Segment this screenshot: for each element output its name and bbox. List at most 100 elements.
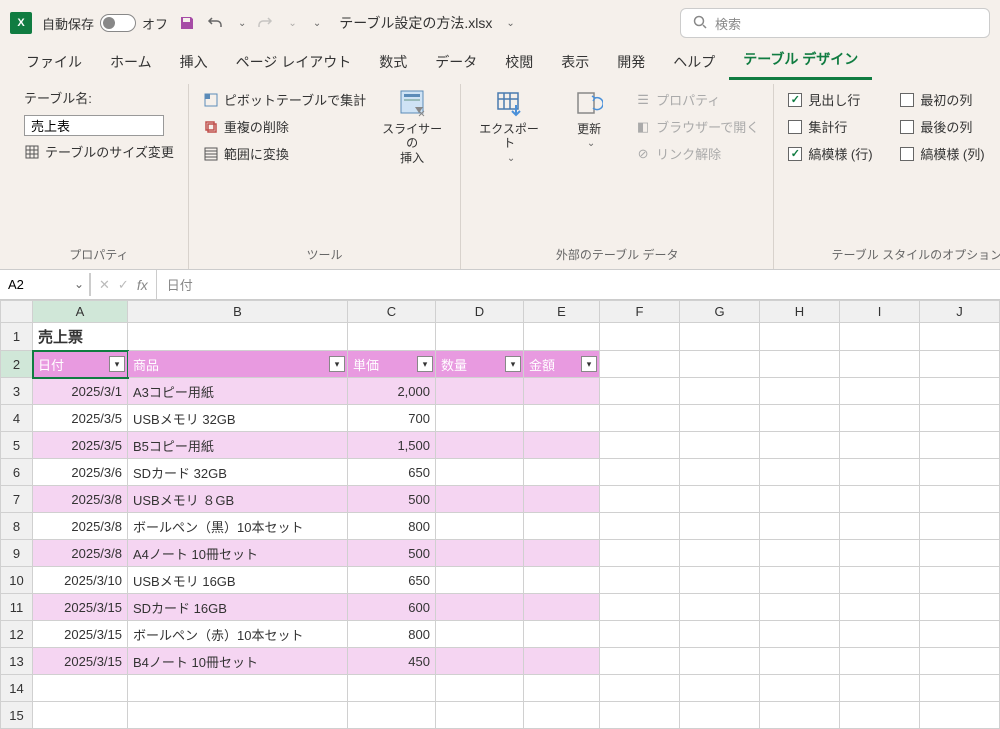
cell-F11[interactable] [600, 594, 680, 621]
cell-A7[interactable]: 2025/3/8 [33, 486, 128, 513]
tab-help[interactable]: ヘルプ [659, 46, 729, 80]
cell-D14[interactable] [436, 675, 524, 702]
cell-E4[interactable] [524, 405, 600, 432]
cell-E11[interactable] [524, 594, 600, 621]
cell-B8[interactable]: ボールペン（黒）10本セット [128, 513, 348, 540]
cell-E2[interactable]: 金額▾ [524, 351, 600, 378]
filter-dropdown-icon[interactable]: ▾ [505, 356, 521, 372]
column-header-F[interactable]: F [600, 301, 680, 323]
tab-formulas[interactable]: 数式 [365, 46, 421, 80]
filter-dropdown-icon[interactable]: ▾ [581, 356, 597, 372]
first-col-checkbox[interactable]: 最初の列 [900, 88, 1000, 111]
cell-B9[interactable]: A4ノート 10冊セット [128, 540, 348, 567]
cell-J3[interactable] [920, 378, 1000, 405]
cell-A11[interactable]: 2025/3/15 [33, 594, 128, 621]
banded-rows-checkbox[interactable]: 縞模様 (行) [788, 142, 888, 165]
cell-I10[interactable] [840, 567, 920, 594]
cell-B1[interactable] [128, 323, 348, 351]
cell-H10[interactable] [760, 567, 840, 594]
cell-F5[interactable] [600, 432, 680, 459]
cell-E6[interactable] [524, 459, 600, 486]
convert-to-range-button[interactable]: 範囲に変換 [203, 142, 366, 165]
spreadsheet-grid[interactable]: ABCDEFGHIJ1売上票2日付▾商品▾単価▾数量▾金額▾32025/3/1A… [0, 300, 1000, 729]
row-header-9[interactable]: 9 [1, 540, 33, 567]
cell-J11[interactable] [920, 594, 1000, 621]
cell-D8[interactable] [436, 513, 524, 540]
cell-A13[interactable]: 2025/3/15 [33, 648, 128, 675]
cell-G15[interactable] [680, 702, 760, 729]
cell-G6[interactable] [680, 459, 760, 486]
cell-D7[interactable] [436, 486, 524, 513]
cell-G1[interactable] [680, 323, 760, 351]
cell-C3[interactable]: 2,000 [348, 378, 436, 405]
row-header-8[interactable]: 8 [1, 513, 33, 540]
cell-H2[interactable] [760, 351, 840, 378]
cell-G11[interactable] [680, 594, 760, 621]
tab-data[interactable]: データ [421, 46, 491, 80]
row-header-5[interactable]: 5 [1, 432, 33, 459]
cell-J6[interactable] [920, 459, 1000, 486]
cell-F6[interactable] [600, 459, 680, 486]
cell-J15[interactable] [920, 702, 1000, 729]
column-header-A[interactable]: A [33, 301, 128, 323]
cell-A9[interactable]: 2025/3/8 [33, 540, 128, 567]
cell-J2[interactable] [920, 351, 1000, 378]
cell-F3[interactable] [600, 378, 680, 405]
cell-F15[interactable] [600, 702, 680, 729]
cell-A4[interactable]: 2025/3/5 [33, 405, 128, 432]
cell-J13[interactable] [920, 648, 1000, 675]
cell-H11[interactable] [760, 594, 840, 621]
cell-I9[interactable] [840, 540, 920, 567]
cell-G13[interactable] [680, 648, 760, 675]
cell-J5[interactable] [920, 432, 1000, 459]
cell-D13[interactable] [436, 648, 524, 675]
cell-D9[interactable] [436, 540, 524, 567]
select-all-corner[interactable] [1, 301, 33, 323]
cell-B13[interactable]: B4ノート 10冊セット [128, 648, 348, 675]
cell-E14[interactable] [524, 675, 600, 702]
cell-H9[interactable] [760, 540, 840, 567]
row-header-6[interactable]: 6 [1, 459, 33, 486]
cell-G2[interactable] [680, 351, 760, 378]
cell-I1[interactable] [840, 323, 920, 351]
cell-D4[interactable] [436, 405, 524, 432]
tab-insert[interactable]: 挿入 [166, 46, 222, 80]
cell-G4[interactable] [680, 405, 760, 432]
column-header-C[interactable]: C [348, 301, 436, 323]
cell-J10[interactable] [920, 567, 1000, 594]
cell-A10[interactable]: 2025/3/10 [33, 567, 128, 594]
resize-table-button[interactable]: テーブルのサイズ変更 [24, 140, 174, 163]
cell-C12[interactable]: 800 [348, 621, 436, 648]
cell-E7[interactable] [524, 486, 600, 513]
column-header-B[interactable]: B [128, 301, 348, 323]
filename-label[interactable]: テーブル設定の方法.xlsx [339, 13, 492, 33]
cell-I15[interactable] [840, 702, 920, 729]
cell-I4[interactable] [840, 405, 920, 432]
cell-E13[interactable] [524, 648, 600, 675]
row-header-10[interactable]: 10 [1, 567, 33, 594]
tab-table-design[interactable]: テーブル デザイン [729, 43, 872, 80]
cell-B5[interactable]: B5コピー用紙 [128, 432, 348, 459]
cell-F2[interactable] [600, 351, 680, 378]
cell-H4[interactable] [760, 405, 840, 432]
cell-A3[interactable]: 2025/3/1 [33, 378, 128, 405]
filter-dropdown-icon[interactable]: ▾ [417, 356, 433, 372]
cell-E10[interactable] [524, 567, 600, 594]
cell-D15[interactable] [436, 702, 524, 729]
cell-I6[interactable] [840, 459, 920, 486]
cell-H6[interactable] [760, 459, 840, 486]
fx-icon[interactable]: fx [137, 277, 148, 293]
row-header-11[interactable]: 11 [1, 594, 33, 621]
name-box-wrap[interactable] [0, 273, 91, 296]
cell-J4[interactable] [920, 405, 1000, 432]
header-row-checkbox[interactable]: 見出し行 [788, 88, 888, 111]
cell-A1[interactable]: 売上票 [33, 323, 128, 351]
cell-A8[interactable]: 2025/3/8 [33, 513, 128, 540]
cell-E3[interactable] [524, 378, 600, 405]
name-box[interactable] [0, 273, 90, 296]
cell-E5[interactable] [524, 432, 600, 459]
cell-G8[interactable] [680, 513, 760, 540]
cell-A14[interactable] [33, 675, 128, 702]
row-header-2[interactable]: 2 [1, 351, 33, 378]
column-header-D[interactable]: D [436, 301, 524, 323]
